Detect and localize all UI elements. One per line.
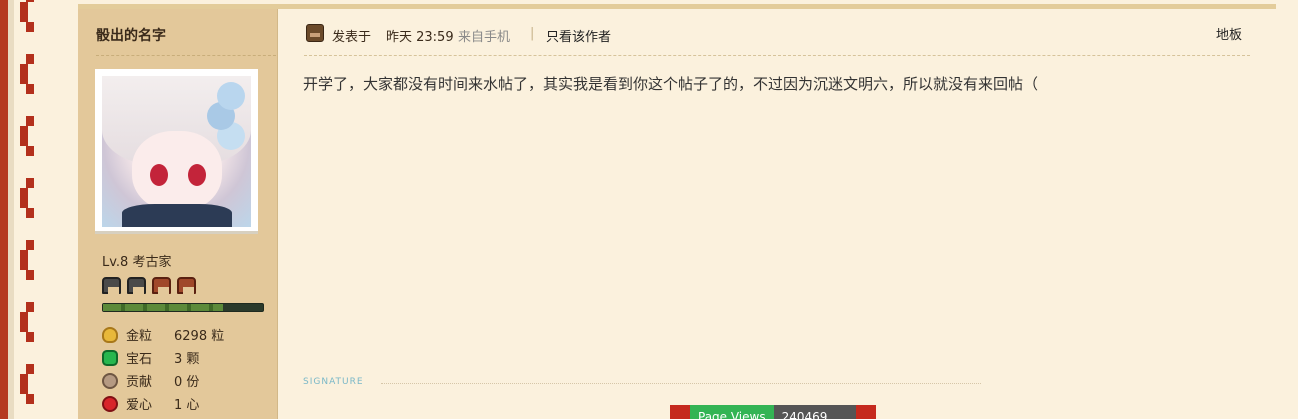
user-level: Lv.8 考古家 (102, 255, 172, 270)
brace-ornament (18, 240, 38, 280)
avatar[interactable] (95, 69, 258, 234)
stat-label: 贡献 (126, 375, 153, 390)
posted-label: 发表于 (332, 30, 372, 45)
stat-love: 爱心 1 心 (102, 392, 224, 415)
mobile-post-icon (306, 24, 324, 42)
stat-contribution: 贡献 0 份 (102, 369, 224, 392)
experience-bar (102, 303, 264, 312)
avatar-image (102, 76, 251, 227)
header-separator: | (530, 26, 535, 41)
sidebar-divider (96, 55, 276, 56)
stat-value: 3 颗 (174, 352, 200, 367)
page-gutter (48, 0, 76, 419)
stat-gold: 金粒 6298 粒 (102, 323, 224, 346)
rose-icon (855, 405, 876, 419)
signature-label: SIGNATURE (303, 377, 364, 387)
user-stats: 金粒 6298 粒 宝石 3 颗 贡献 0 份 爱心 1 心 (102, 323, 224, 415)
page-views-label: Page Views (690, 405, 774, 419)
copper-helmet-icon (177, 277, 196, 296)
experience-bar-fill (103, 304, 223, 311)
author-sidebar: 骰出的名字 Lv.8 考古家 金粒 6298 粒 宝石 3 颗 贡献 0 份 爱… (78, 9, 278, 419)
brace-ornament (18, 116, 38, 156)
signature-dotted-line (381, 383, 981, 384)
brace-ornament (18, 302, 38, 342)
brace-ornament (18, 178, 38, 218)
stat-gem: 宝石 3 颗 (102, 346, 224, 369)
floor-label[interactable]: 地板 (1216, 24, 1242, 43)
medal-row (102, 277, 196, 296)
gold-nugget-icon (102, 326, 118, 343)
posted-time: 昨天 23:59 (386, 30, 454, 45)
from-mobile-label: 来自手机 (458, 30, 511, 45)
post-content: 开学了，大家都没有时间来水帖了，其实我是看到你这个帖子了的，不过因为沉迷文明六，… (303, 75, 1039, 93)
emerald-icon (102, 349, 118, 366)
iron-helmet-icon (127, 277, 146, 296)
only-author-link[interactable]: 只看该作者 (546, 26, 611, 45)
rose-icon (670, 405, 690, 419)
left-decorative-border (0, 0, 48, 419)
contribution-icon (102, 372, 118, 389)
page-views-count: 240469 (773, 405, 856, 419)
copper-helmet-icon (152, 277, 171, 296)
post-header: 发表于 昨天 23:59 来自手机 | 只看该作者 地板 (304, 22, 1250, 56)
brace-ornament (18, 0, 38, 32)
stat-label: 金粒 (126, 329, 153, 344)
stat-label: 爱心 (126, 398, 153, 413)
tan-strip (8, 0, 14, 419)
page-views-badge: Page Views 240469 (670, 405, 876, 419)
author-username[interactable]: 骰出的名字 (96, 25, 166, 45)
stat-value: 1 心 (174, 398, 200, 413)
stat-value: 0 份 (174, 375, 200, 390)
iron-helmet-icon (102, 277, 121, 296)
red-strip (0, 0, 8, 419)
brace-ornament (18, 54, 38, 94)
signature-divider: SIGNATURE (303, 377, 983, 389)
stat-value: 6298 粒 (174, 329, 225, 344)
stat-label: 宝石 (126, 352, 153, 367)
apple-heart-icon (102, 395, 118, 412)
brace-ornament (18, 364, 38, 404)
